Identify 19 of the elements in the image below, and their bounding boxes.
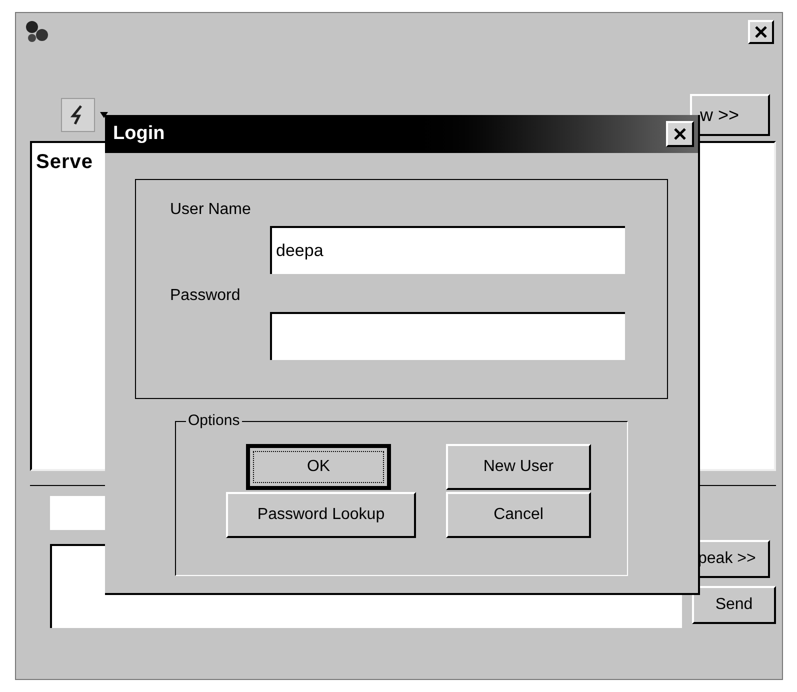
- dialog-close-button[interactable]: [666, 121, 694, 147]
- field-label: Password: [170, 286, 242, 306]
- toolbar-text-button[interactable]: w >>: [690, 94, 770, 136]
- dialog-button[interactable]: New User: [446, 444, 591, 490]
- dropdown-arrow-icon: [99, 111, 109, 119]
- password-field[interactable]: [270, 312, 625, 360]
- close-button[interactable]: [748, 20, 774, 44]
- username-field[interactable]: deepa: [270, 226, 625, 274]
- app-icon: [24, 19, 50, 45]
- field-label: User Name: [170, 200, 252, 220]
- dialog-button[interactable]: Cancel: [446, 492, 591, 538]
- close-icon: [674, 128, 686, 140]
- dialog-button[interactable]: Password Lookup: [226, 492, 416, 538]
- dialog-button[interactable]: OK: [246, 444, 391, 490]
- log-text: Serve: [36, 151, 93, 173]
- close-icon: [755, 26, 767, 38]
- dialog-title: Login: [112, 122, 165, 146]
- toolbar-button[interactable]: [61, 98, 95, 132]
- send-button[interactable]: Send: [692, 586, 776, 624]
